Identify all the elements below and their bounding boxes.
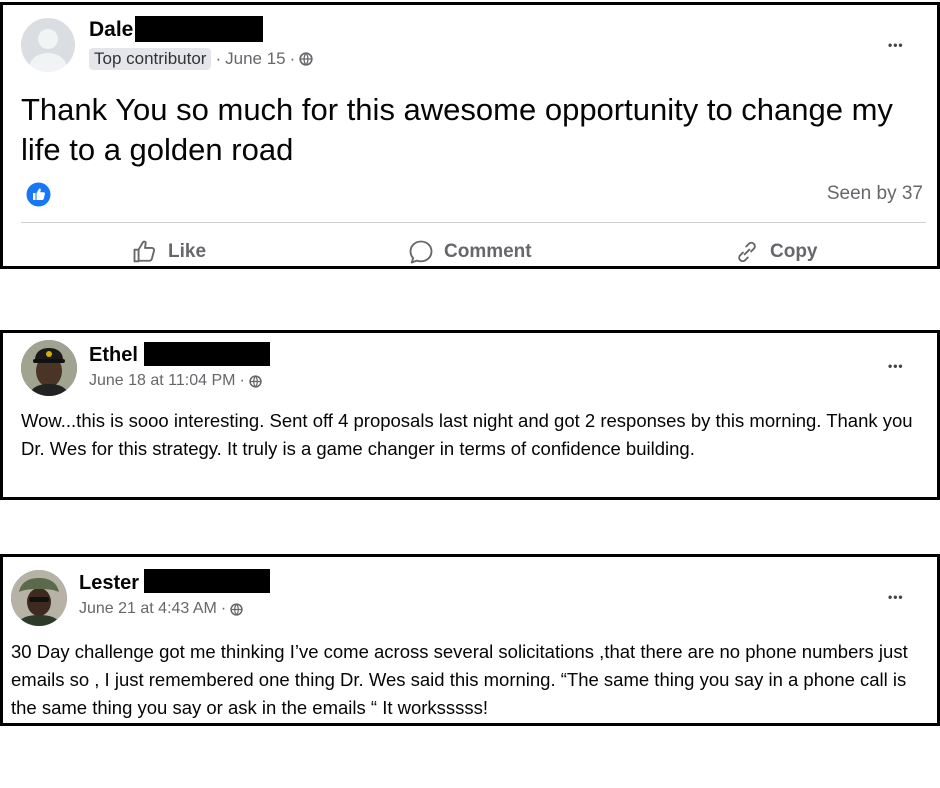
copy-label: Copy (770, 241, 818, 262)
avatar[interactable] (21, 18, 75, 72)
separator: · (215, 49, 222, 68)
redaction-bar (144, 342, 270, 366)
author-name[interactable]: Lester (79, 572, 139, 595)
globe-icon (249, 374, 262, 388)
post-card-1: Dale Top contributor · June 15 · ••• Tha… (0, 2, 940, 269)
copy-button[interactable]: Copy (733, 238, 818, 266)
separator: · (220, 600, 227, 617)
separator: · (239, 372, 245, 389)
like-reaction-icon[interactable] (26, 182, 51, 207)
post-card-3: Lester June 21 at 4:43 AM · ••• 30 Day c… (0, 554, 940, 726)
post-card-2: Ethel June 18 at 11:04 PM · ••• Wow...th… (0, 330, 940, 500)
like-label: Like (168, 241, 207, 262)
avatar[interactable] (21, 340, 77, 396)
post-meta: June 21 at 4:43 AM · (79, 600, 243, 618)
comment-button[interactable]: Comment (407, 238, 532, 266)
post-date[interactable]: June 15 (225, 49, 286, 69)
post-date[interactable]: June 21 at 4:43 AM (79, 600, 217, 618)
thumbs-up-icon (133, 240, 155, 263)
globe-icon (230, 602, 243, 616)
post-body: 30 Day challenge got me thinking I’ve co… (11, 641, 908, 718)
globe-icon (299, 52, 313, 66)
post-body: Wow...this is sooo interesting. Sent off… (21, 410, 913, 459)
seen-count[interactable]: Seen by 37 (827, 183, 923, 205)
comment-icon (409, 240, 433, 264)
avatar[interactable] (11, 570, 67, 626)
post-meta: June 18 at 11:04 PM · (89, 372, 262, 390)
link-icon (738, 241, 756, 263)
post-meta: Top contributor · June 15 · (89, 48, 313, 70)
author-name[interactable]: Dale (89, 18, 133, 42)
author-name[interactable]: Ethel (89, 344, 138, 367)
more-options-icon[interactable]: ••• (888, 39, 904, 51)
post-body: Thank You so much for this awesome oppor… (21, 92, 893, 167)
comment-label: Comment (444, 241, 532, 262)
more-options-icon[interactable]: ••• (888, 360, 904, 372)
separator: · (289, 49, 296, 68)
like-button[interactable]: Like (131, 238, 206, 266)
divider (21, 222, 926, 223)
post-date[interactable]: June 18 at 11:04 PM (89, 372, 235, 390)
redaction-bar (144, 569, 270, 593)
redaction-bar (135, 16, 263, 42)
more-options-icon[interactable]: ••• (888, 591, 904, 603)
top-contributor-badge[interactable]: Top contributor (89, 48, 212, 70)
